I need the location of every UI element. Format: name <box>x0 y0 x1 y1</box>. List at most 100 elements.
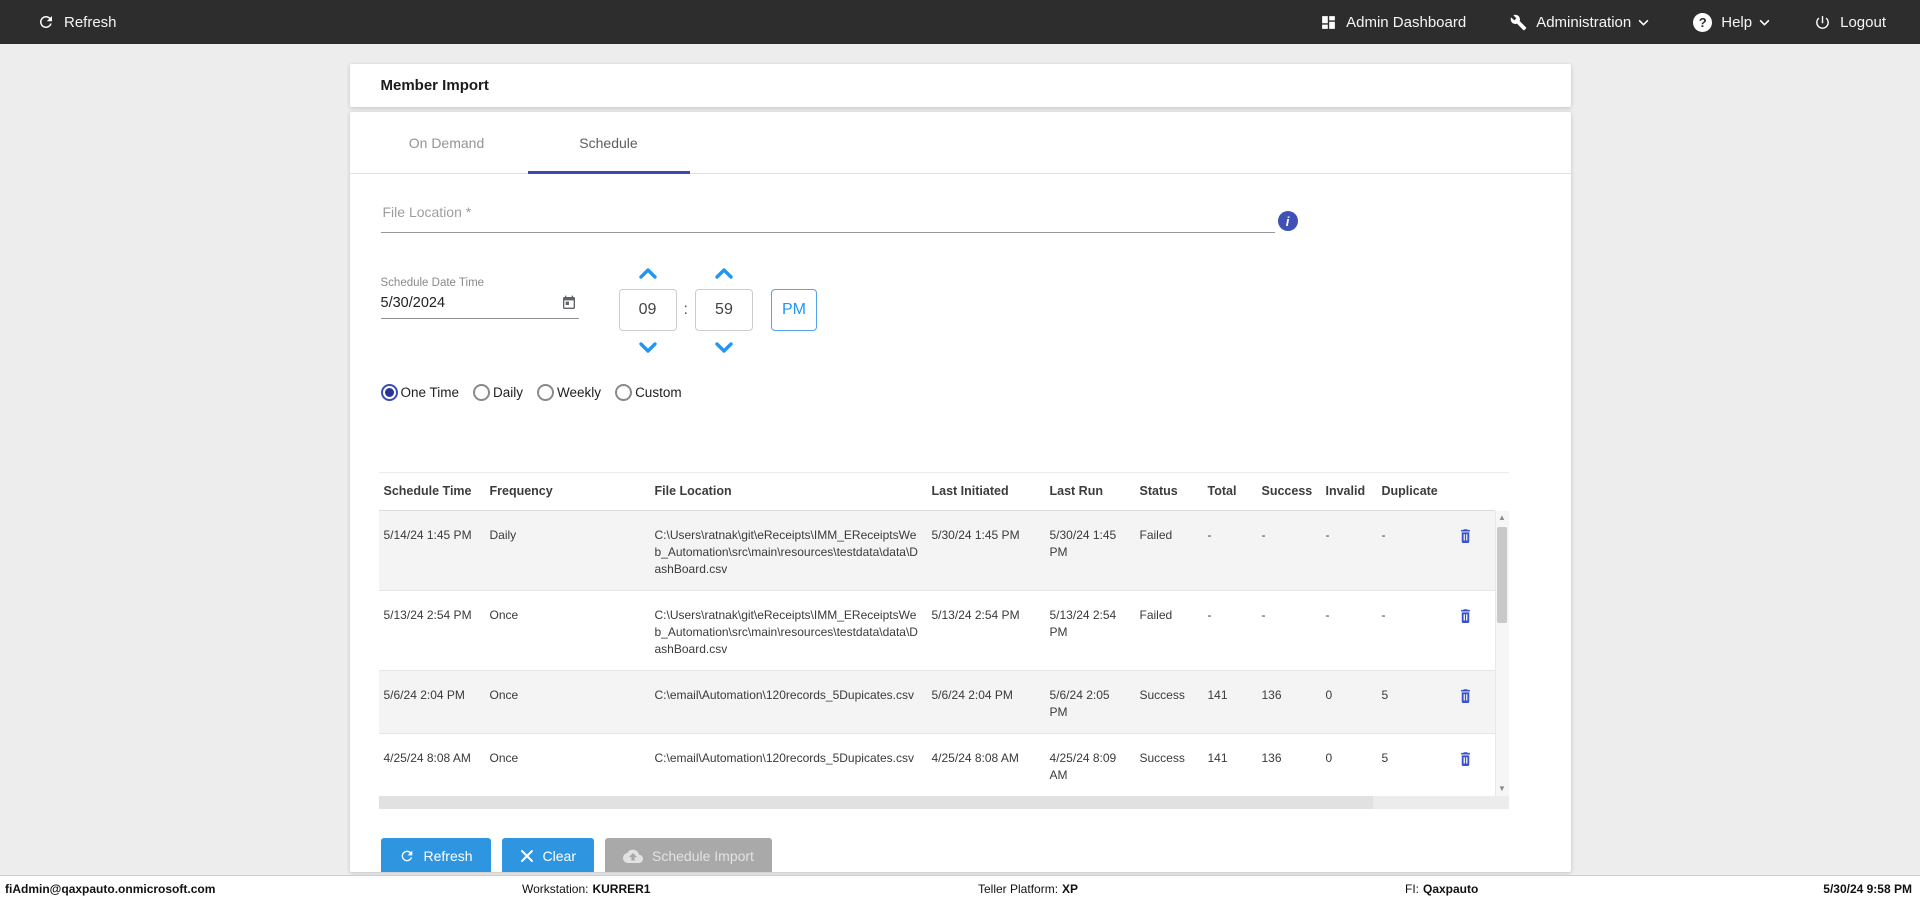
topbar-help-menu[interactable]: ? Help <box>1693 12 1770 32</box>
radio-weekly[interactable]: Weekly <box>537 384 601 401</box>
minute-increment-button[interactable] <box>714 264 734 282</box>
cell-schedule-time: 5/14/24 1:45 PM <box>383 527 472 542</box>
date-input[interactable]: 5/30/2024 <box>380 293 579 319</box>
topbar-logout-button[interactable]: Logout <box>1814 14 1886 31</box>
col-header-file-location: File Location <box>649 473 927 511</box>
cell-last-initiated: 4/25/24 8:08 AM <box>931 750 1019 765</box>
horizontal-scrollbar-thumb[interactable] <box>378 795 1373 809</box>
radio-daily[interactable]: Daily <box>473 384 523 401</box>
tab-on-demand[interactable]: On Demand <box>366 112 528 173</box>
table-vertical-scrollbar[interactable]: ▲ ▼ <box>1494 511 1509 796</box>
schedule-datetime-section: Schedule Date Time 5/30/2024 09: 59 PM <box>380 264 1571 356</box>
topbar-menu-group: Admin Dashboard Administration ? Help Lo… <box>1320 12 1886 32</box>
table-horizontal-scrollbar[interactable] <box>378 795 1509 809</box>
topbar-refresh-button[interactable]: Refresh <box>37 13 117 31</box>
cell-last-run: 4/25/24 8:09 AM <box>1049 750 1117 782</box>
schedule-table: Schedule Time Frequency File Location La… <box>378 472 1509 809</box>
tab-schedule-label: Schedule <box>579 135 638 151</box>
cell-schedule-time: 5/13/24 2:54 PM <box>383 607 472 622</box>
clear-button-label: Clear <box>542 847 576 864</box>
file-location-row: i <box>380 200 1298 233</box>
vertical-scrollbar-thumb[interactable] <box>1497 527 1507 623</box>
tab-schedule[interactable]: Schedule <box>527 112 690 174</box>
table-row: 5/13/24 2:54 PM Once C:\Users\ratnak\git… <box>378 590 1495 670</box>
schedule-import-button[interactable]: Schedule Import <box>605 837 772 872</box>
cell-last-initiated: 5/6/24 2:04 PM <box>931 687 1013 702</box>
cell-frequency: Once <box>489 750 519 765</box>
main-content: Member Import On Demand Schedule i <box>0 44 1920 875</box>
col-header-success: Success <box>1256 473 1321 511</box>
cell-duplicate: 5 <box>1381 750 1389 765</box>
col-header-status: Status <box>1134 473 1203 511</box>
radio-button-icon <box>473 384 491 401</box>
cell-schedule-time: 5/6/24 2:04 PM <box>383 687 465 702</box>
meridiem-toggle-button[interactable]: PM <box>770 289 817 331</box>
radio-one-time[interactable]: One Time <box>380 384 459 401</box>
topbar-help-label: Help <box>1721 13 1753 31</box>
cell-total: 141 <box>1207 687 1228 702</box>
refresh-icon <box>401 850 412 861</box>
col-header-invalid: Invalid <box>1320 473 1377 511</box>
radio-button-icon <box>380 384 398 401</box>
col-header-last-initiated: Last Initiated <box>926 473 1045 511</box>
cloud-upload-icon <box>623 849 643 863</box>
cell-success: 136 <box>1261 687 1282 702</box>
time-picker: 09 : 59 PM <box>618 264 817 356</box>
cell-last-initiated: 5/30/24 1:45 PM <box>931 527 1020 542</box>
cell-status: Failed <box>1139 607 1173 622</box>
calendar-icon[interactable] <box>561 295 577 311</box>
delete-row-button[interactable] <box>1452 607 1473 627</box>
topbar-admin-dashboard-link[interactable]: Admin Dashboard <box>1320 14 1466 31</box>
radio-custom[interactable]: Custom <box>615 384 682 401</box>
refresh-icon <box>39 15 52 28</box>
radio-button-icon <box>615 384 633 401</box>
cell-total: 141 <box>1207 750 1228 765</box>
close-icon <box>520 849 533 862</box>
col-header-total: Total <box>1202 473 1257 511</box>
cell-status: Failed <box>1139 527 1173 542</box>
time-separator: : <box>683 301 688 318</box>
table-row: 4/25/24 8:08 AM Once C:\email\Automation… <box>378 733 1495 796</box>
hour-increment-button[interactable] <box>638 264 658 282</box>
topbar: Refresh Admin Dashboard Administration ?… <box>0 0 1920 44</box>
cell-invalid: - <box>1325 607 1330 622</box>
tab-on-demand-label: On Demand <box>408 135 485 151</box>
cell-file-location: C:\Users\ratnak\git\eReceipts\IMM_ERecei… <box>654 527 918 576</box>
scroll-down-arrow-icon[interactable]: ▼ <box>1498 782 1506 796</box>
scroll-up-arrow-icon[interactable]: ▲ <box>1498 511 1506 525</box>
footer-workstation: Workstation: KURRER1 <box>522 882 650 896</box>
minute-display[interactable]: 59 <box>694 289 753 331</box>
action-buttons: Refresh Clear Schedule Import <box>380 837 1571 872</box>
radio-daily-label: Daily <box>493 385 524 400</box>
col-header-schedule-time: Schedule Time <box>378 473 485 511</box>
cell-schedule-time: 4/25/24 8:08 AM <box>383 750 471 765</box>
status-bar: fiAdmin@qaxpauto.onmicrosoft.com Worksta… <box>0 875 1920 901</box>
wrench-icon <box>1510 14 1527 30</box>
footer-user: fiAdmin@qaxpauto.onmicrosoft.com <box>5 882 216 896</box>
hour-display[interactable]: 09 <box>618 289 677 331</box>
topbar-administration-menu[interactable]: Administration <box>1510 14 1649 31</box>
delete-row-button[interactable] <box>1452 527 1473 547</box>
topbar-administration-label: Administration <box>1536 13 1632 31</box>
trash-icon <box>1460 751 1470 766</box>
cell-frequency: Once <box>489 607 519 622</box>
delete-row-button[interactable] <box>1452 750 1473 770</box>
topbar-logout-label: Logout <box>1840 13 1886 31</box>
footer-fi: FI: Qaxpauto <box>1405 882 1478 896</box>
cell-file-location: C:\email\Automation\120records_5Dupicate… <box>654 687 914 702</box>
file-location-input[interactable] <box>380 200 1275 233</box>
clear-button[interactable]: Clear <box>501 837 594 872</box>
chevron-up-icon <box>715 267 733 279</box>
cell-duplicate: - <box>1381 607 1386 622</box>
teller-platform-label: Teller Platform: <box>978 882 1059 896</box>
refresh-button[interactable]: Refresh <box>380 837 491 872</box>
schedule-date-label: Schedule Date Time <box>380 277 485 289</box>
cell-frequency: Daily <box>489 527 517 542</box>
cell-last-run: 5/13/24 2:54 PM <box>1049 607 1117 639</box>
delete-row-button[interactable] <box>1452 687 1473 707</box>
info-icon[interactable]: i <box>1277 211 1298 231</box>
cell-total: - <box>1207 607 1212 622</box>
hour-decrement-button[interactable] <box>638 338 658 356</box>
minute-decrement-button[interactable] <box>714 338 734 356</box>
frequency-radio-group: One Time Daily Weekly Custom <box>380 384 1571 401</box>
